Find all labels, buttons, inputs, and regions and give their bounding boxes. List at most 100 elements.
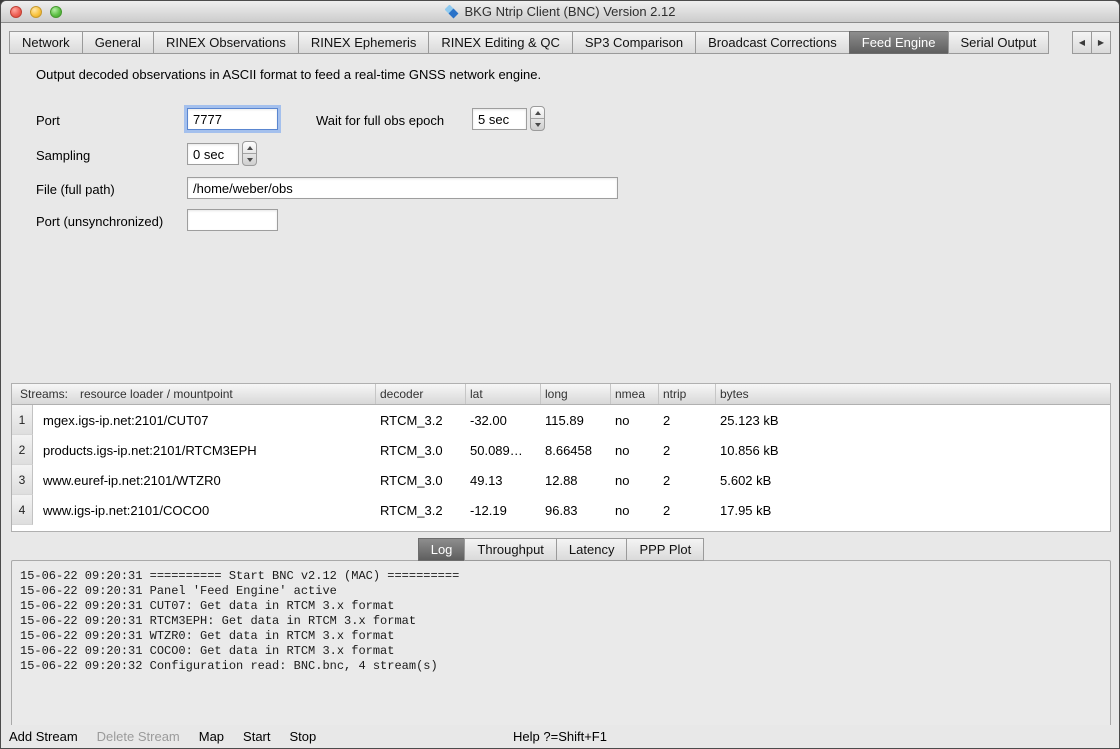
tab-rinex-observations[interactable]: RINEX Observations [153,31,299,54]
tab-rinex-ephemeris[interactable]: RINEX Ephemeris [298,31,429,54]
stream-ntrip: 2 [659,465,716,495]
wait-epoch-stepper-up[interactable] [531,107,544,119]
sampling-label: Sampling [36,148,90,163]
streams-table-body: 1mgex.igs-ip.net:2101/CUT07RTCM_3.2-32.0… [12,405,1110,525]
streams-table-header: Streams: resource loader / mountpoint deco… [12,384,1110,405]
wait-epoch-stepper-down[interactable] [531,119,544,130]
column-header-long[interactable]: long [541,384,611,404]
stream-bytes: 10.856 kB [716,435,1110,465]
tab-rinex-editing-qc[interactable]: RINEX Editing & QC [428,31,573,54]
streams-label: Streams: [20,387,68,401]
column-header-text: resource loader / mountpoint [80,387,233,401]
sampling-stepper-down[interactable] [243,154,256,165]
stream-ntrip: 2 [659,495,716,525]
stream-bytes: 25.123 kB [716,405,1110,435]
tab-latency[interactable]: Latency [556,538,628,561]
log-line: 15-06-22 09:20:31 Panel 'Feed Engine' ac… [20,584,459,599]
tab-throughput[interactable]: Throughput [464,538,557,561]
log-output: 15-06-22 09:20:31 ========== Start BNC v… [20,569,459,674]
stream-nmea: no [611,405,659,435]
sampling-input[interactable] [187,143,239,165]
port-label: Port [36,113,60,128]
stream-lat: -32.00 [466,405,541,435]
row-number: 2 [12,435,33,465]
main-tab-bar: NetworkGeneralRINEX ObservationsRINEX Ep… [9,31,1111,54]
map-button[interactable]: Map [199,729,224,744]
stream-ntrip: 2 [659,405,716,435]
tab-scroll-right-button[interactable]: ▶ [1091,31,1111,54]
tab-sp3-comparison[interactable]: SP3 Comparison [572,31,696,54]
log-line: 15-06-22 09:20:31 ========== Start BNC v… [20,569,459,584]
table-row[interactable]: 3www.euref-ip.net:2101/WTZR0RTCM_3.049.1… [12,465,1110,495]
column-header-ntrip[interactable]: ntrip [659,384,716,404]
stream-long: 115.89 [541,405,611,435]
title-area: BKG Ntrip Client (BNC) Version 2.12 [1,1,1119,22]
delete-stream-button: Delete Stream [97,729,180,744]
arrow-up-icon [535,111,541,115]
window-title: BKG Ntrip Client (BNC) Version 2.12 [465,4,676,19]
stream-long: 8.66458 [541,435,611,465]
start-button[interactable]: Start [243,729,270,744]
tab-scroll-group: ◀ ▶ [1073,31,1111,54]
stream-lat: 49.13 [466,465,541,495]
wait-epoch-label: Wait for full obs epoch [316,113,444,128]
stream-lat: 50.089… [466,435,541,465]
stream-nmea: no [611,465,659,495]
app-icon [445,5,459,19]
stream-decoder: RTCM_3.0 [376,465,466,495]
column-header-bytes[interactable]: bytes [716,384,1110,404]
table-row[interactable]: 1mgex.igs-ip.net:2101/CUT07RTCM_3.2-32.0… [12,405,1110,435]
stream-decoder: RTCM_3.0 [376,435,466,465]
tab-general[interactable]: General [82,31,154,54]
log-line: 15-06-22 09:20:31 CUT07: Get data in RTC… [20,599,459,614]
row-number: 4 [12,495,33,525]
tab-serial-output[interactable]: Serial Output [948,31,1050,54]
stop-button[interactable]: Stop [290,729,317,744]
port-input[interactable] [187,108,278,130]
stream-decoder: RTCM_3.2 [376,405,466,435]
bottom-toolbar: Add Stream Delete Stream Map Start Stop Help… [1,725,1119,748]
port-unsync-input[interactable] [187,209,278,231]
wait-epoch-stepper [530,106,545,131]
tab-broadcast-corrections[interactable]: Broadcast Corrections [695,31,850,54]
streams-table: Streams: resource loader / mountpoint deco… [11,383,1111,532]
log-line: 15-06-22 09:20:32 Configuration read: BN… [20,659,459,674]
stream-nmea: no [611,435,659,465]
app-window: BKG Ntrip Client (BNC) Version 2.12 Netw… [0,0,1120,749]
stream-mountpoint: www.euref-ip.net:2101/WTZR0 [33,465,376,495]
log-panel: 15-06-22 09:20:31 ========== Start BNC v… [11,560,1111,727]
tab-log[interactable]: Log [418,538,466,561]
sampling-stepper-up[interactable] [243,142,256,154]
stream-bytes: 5.602 kB [716,465,1110,495]
column-header-mountpoint[interactable]: Streams: resource loader / mountpoint [12,384,376,404]
column-header-decoder[interactable]: decoder [376,384,466,404]
add-stream-button[interactable]: Add Stream [9,729,78,744]
stream-ntrip: 2 [659,435,716,465]
table-row[interactable]: 2products.igs-ip.net:2101/RTCM3EPHRTCM_3… [12,435,1110,465]
stream-lat: -12.19 [466,495,541,525]
table-row[interactable]: 4www.igs-ip.net:2101/COCO0RTCM_3.2-12.19… [12,495,1110,525]
sampling-stepper [242,141,257,166]
arrow-up-icon [247,146,253,150]
stream-long: 12.88 [541,465,611,495]
tab-network[interactable]: Network [9,31,83,54]
log-line: 15-06-22 09:20:31 COCO0: Get data in RTC… [20,644,459,659]
tab-ppp-plot[interactable]: PPP Plot [626,538,704,561]
tab-scroll-left-button[interactable]: ◀ [1072,31,1092,54]
arrow-down-icon [247,158,253,162]
wait-epoch-input[interactable] [472,108,527,130]
column-header-nmea[interactable]: nmea [611,384,659,404]
column-header-lat[interactable]: lat [466,384,541,404]
title-bar[interactable]: BKG Ntrip Client (BNC) Version 2.12 [1,1,1119,23]
row-number: 3 [12,465,33,495]
file-path-input[interactable] [187,177,618,199]
stream-mountpoint: products.igs-ip.net:2101/RTCM3EPH [33,435,376,465]
arrow-down-icon [535,123,541,127]
log-line: 15-06-22 09:20:31 RTCM3EPH: Get data in … [20,614,459,629]
help-hint: Help ?=Shift+F1 [513,729,607,744]
stream-mountpoint: www.igs-ip.net:2101/COCO0 [33,495,376,525]
log-line: 15-06-22 09:20:31 WTZR0: Get data in RTC… [20,629,459,644]
stream-nmea: no [611,495,659,525]
port-unsync-label: Port (unsynchronized) [36,214,163,229]
tab-feed-engine[interactable]: Feed Engine [849,31,949,54]
